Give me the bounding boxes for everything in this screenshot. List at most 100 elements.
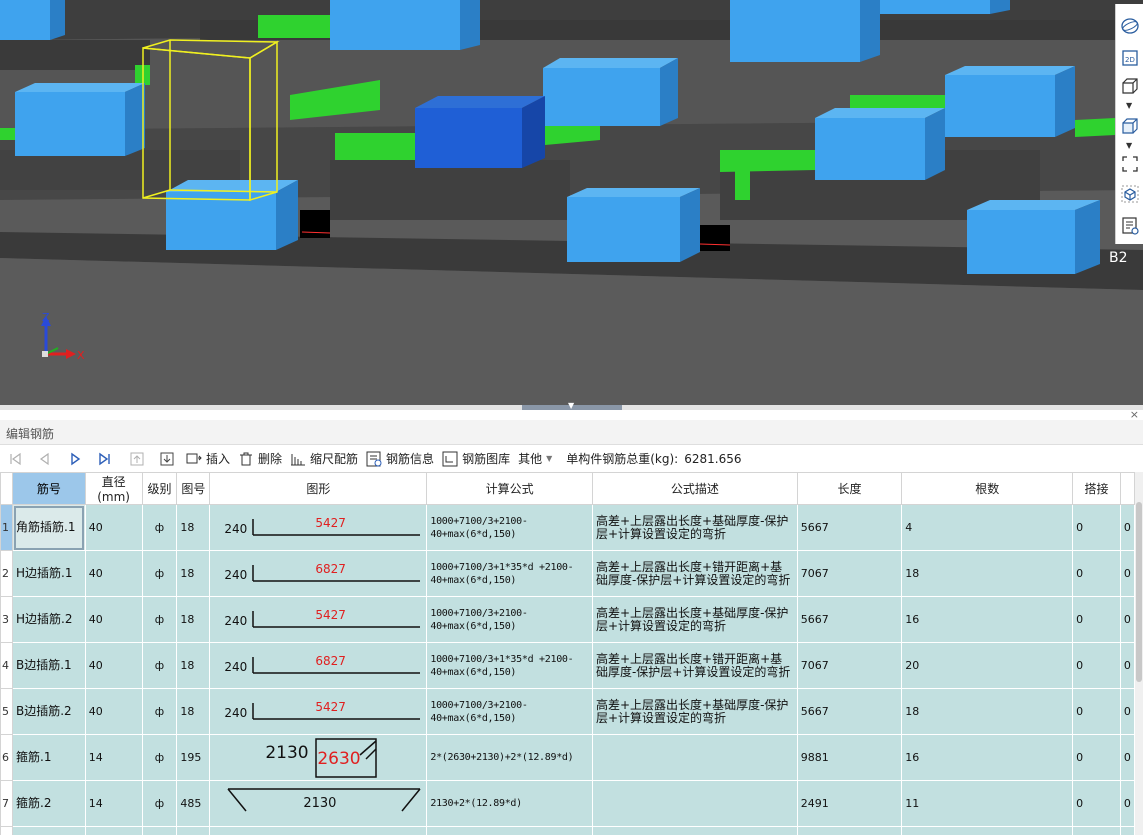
cell-shape[interactable]: 240 6827 xyxy=(209,642,428,689)
cell-diameter[interactable]: 40 xyxy=(84,596,143,643)
cube-view-icon[interactable] xyxy=(1120,76,1140,96)
table-cell[interactable] xyxy=(176,826,211,835)
cell-formula[interactable]: 1000+7100/3+1*35*d +2100-40+max(6*d,150) xyxy=(426,642,593,689)
table-row[interactable] xyxy=(0,826,1135,835)
rebar-info-button[interactable]: 钢筋信息 xyxy=(362,448,438,470)
cell-formula[interactable]: 2130+2*(12.89*d) xyxy=(426,780,593,827)
list-view-icon[interactable] xyxy=(1120,216,1140,236)
cell-count[interactable]: 11 xyxy=(901,780,1074,827)
cell-shape[interactable]: 240 5427 xyxy=(209,504,428,551)
fullscreen-icon[interactable] xyxy=(1120,154,1140,174)
cell-figure-no[interactable]: 18 xyxy=(176,596,211,643)
cell-figure-no[interactable]: 485 xyxy=(176,780,211,827)
cell-shape[interactable]: 240 5427 xyxy=(209,596,428,643)
row-number[interactable]: 4 xyxy=(0,642,13,689)
cell-lap[interactable]: 0 xyxy=(1072,688,1121,735)
cell-grade[interactable]: ф xyxy=(141,688,178,735)
model-3d-viewport[interactable]: B2 Z X 2D ▼ ▼ xyxy=(0,0,1143,405)
move-down-button[interactable] xyxy=(156,448,178,470)
table-cell[interactable] xyxy=(591,826,798,835)
cell-length[interactable]: 5667 xyxy=(796,688,903,735)
col-header-name[interactable]: 筋号 xyxy=(12,472,86,505)
cell-grade[interactable]: ф xyxy=(141,734,178,781)
cell-extra[interactable]: 0 xyxy=(1119,550,1135,597)
cell-count[interactable]: 4 xyxy=(901,504,1074,551)
row-number[interactable]: 6 xyxy=(0,734,13,781)
cell-shape[interactable]: 2130 2630 xyxy=(209,734,428,781)
first-record-button[interactable] xyxy=(4,448,26,470)
cell-figure-no[interactable]: 195 xyxy=(176,734,211,781)
cell-length[interactable]: 7067 xyxy=(796,550,903,597)
cell-length[interactable]: 7067 xyxy=(796,642,903,689)
cell-diameter[interactable]: 40 xyxy=(84,504,143,551)
col-header-shape[interactable]: 图形 xyxy=(209,472,428,505)
cell-description[interactable] xyxy=(591,780,798,827)
cell-description[interactable] xyxy=(591,734,798,781)
row-number[interactable] xyxy=(0,826,13,835)
table-row[interactable]: 5 B边插筋.2 40 ф 18 240 5427 1000+7100/3+2100-40+m… xyxy=(0,688,1135,735)
cell-diameter[interactable]: 40 xyxy=(84,550,143,597)
table-row[interactable]: 6 箍筋.1 14 ф 195 2130 2630 2*(2630+2130)+2*(12.8… xyxy=(0,734,1135,781)
row-number[interactable]: 7 xyxy=(0,780,13,827)
row-number[interactable]: 2 xyxy=(0,550,13,597)
cell-formula[interactable]: 1000+7100/3+2100-40+max(6*d,150) xyxy=(426,596,593,643)
insert-button[interactable]: 插入 xyxy=(182,448,234,470)
cell-length[interactable]: 2491 xyxy=(796,780,903,827)
cell-figure-no[interactable]: 18 xyxy=(176,688,211,735)
move-up-button[interactable] xyxy=(126,448,148,470)
cell-formula[interactable]: 1000+7100/3+2100-40+max(6*d,150) xyxy=(426,688,593,735)
cell-description[interactable]: 高差+上层露出长度+基础厚度-保护层+计算设置设定的弯折 xyxy=(591,504,798,551)
cell-lap[interactable]: 0 xyxy=(1072,734,1121,781)
rebar-library-button[interactable]: 钢筋图库 xyxy=(438,448,514,470)
last-record-button[interactable] xyxy=(94,448,116,470)
cell-name[interactable]: B边插筋.2 xyxy=(12,688,86,735)
table-cell[interactable] xyxy=(901,826,1074,835)
row-number[interactable]: 1 xyxy=(0,504,13,551)
cell-formula[interactable]: 1000+7100/3+2100-40+max(6*d,150) xyxy=(426,504,593,551)
cell-shape[interactable]: 240 5427 xyxy=(209,688,428,735)
box-3d-icon[interactable] xyxy=(1120,116,1140,136)
cell-grade[interactable]: ф xyxy=(141,596,178,643)
splitter-grip[interactable]: ▼ xyxy=(522,401,622,410)
cell-lap[interactable]: 0 xyxy=(1072,550,1121,597)
col-header-extra[interactable] xyxy=(1119,472,1135,505)
table-row[interactable]: 1 角筋插筋.1 40 ф 18 240 5427 1000+7100/3+2100-40+m… xyxy=(0,504,1135,551)
table-cell[interactable] xyxy=(796,826,903,835)
other-menu-button[interactable]: 其他 ▼ xyxy=(514,448,556,470)
cell-count[interactable]: 16 xyxy=(901,596,1074,643)
col-header-diameter[interactable]: 直径(mm) xyxy=(84,472,143,505)
cell-extra[interactable]: 0 xyxy=(1119,504,1135,551)
table-cell[interactable] xyxy=(141,826,178,835)
cell-count[interactable]: 18 xyxy=(901,688,1074,735)
cell-grade[interactable]: ф xyxy=(141,550,178,597)
table-cell[interactable] xyxy=(12,826,86,835)
cell-length[interactable]: 5667 xyxy=(796,504,903,551)
cell-extra[interactable]: 0 xyxy=(1119,688,1135,735)
col-header-count[interactable]: 根数 xyxy=(901,472,1074,505)
cell-extra[interactable]: 0 xyxy=(1119,780,1135,827)
col-header-lap[interactable]: 搭接 xyxy=(1072,472,1121,505)
cell-formula[interactable]: 2*(2630+2130)+2*(12.89*d) xyxy=(426,734,593,781)
col-header-figure-no[interactable]: 图号 xyxy=(176,472,211,505)
chevron-down-icon[interactable]: ▼ xyxy=(1126,102,1132,110)
col-header-formula[interactable]: 计算公式 xyxy=(426,472,593,505)
table-cell[interactable] xyxy=(209,826,428,835)
cell-grade[interactable]: ф xyxy=(141,780,178,827)
cell-lap[interactable]: 0 xyxy=(1072,504,1121,551)
row-number[interactable]: 5 xyxy=(0,688,13,735)
table-row[interactable]: 7 箍筋.2 14 ф 485 2130 2130+2*(12.89*d) 2491 11 0 0 xyxy=(0,780,1135,827)
cell-count[interactable]: 16 xyxy=(901,734,1074,781)
cell-diameter[interactable]: 14 xyxy=(84,780,143,827)
row-number[interactable]: 3 xyxy=(0,596,13,643)
cell-figure-no[interactable]: 18 xyxy=(176,550,211,597)
col-header-grade[interactable]: 级别 xyxy=(141,472,178,505)
cell-lap[interactable]: 0 xyxy=(1072,780,1121,827)
cell-name[interactable]: 箍筋.1 xyxy=(12,734,86,781)
rotate-cube-icon[interactable] xyxy=(1120,184,1140,204)
table-cell[interactable] xyxy=(1072,826,1121,835)
cell-figure-no[interactable]: 18 xyxy=(176,642,211,689)
scale-rebar-button[interactable]: 缩尺配筋 xyxy=(286,448,362,470)
table-row[interactable]: 4 B边插筋.1 40 ф 18 240 6827 1000+7100/3+1*35*d +2… xyxy=(0,642,1135,689)
cell-description[interactable]: 高差+上层露出长度+错开距离+基础厚度-保护层+计算设置设定的弯折 xyxy=(591,642,798,689)
cell-name[interactable]: H边插筋.1 xyxy=(12,550,86,597)
